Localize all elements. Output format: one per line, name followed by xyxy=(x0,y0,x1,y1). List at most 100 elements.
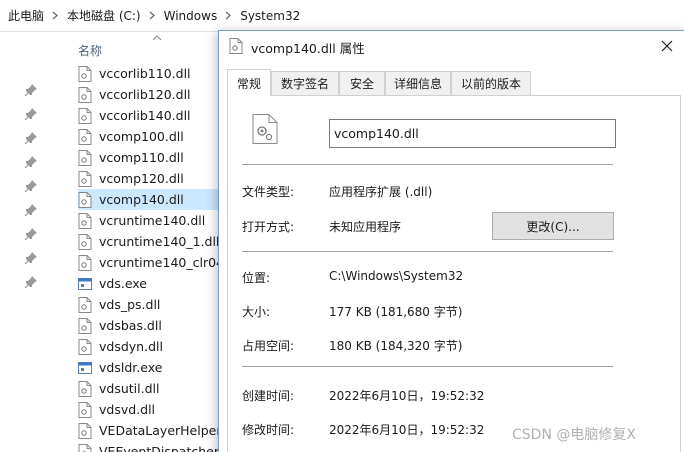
file-row[interactable]: vdsdyn.dll xyxy=(78,336,222,357)
tab-general[interactable]: 常规 xyxy=(227,69,271,96)
opens-with-value: 未知应用程序 xyxy=(329,220,402,234)
pin-icon[interactable] xyxy=(24,107,38,121)
tab-details[interactable]: 详细信息 xyxy=(385,71,451,95)
column-header-name[interactable]: 名称 xyxy=(78,42,102,59)
file-name: vcomp140.dll xyxy=(99,192,184,207)
file-name: vcomp110.dll xyxy=(99,150,184,165)
dll-file-icon xyxy=(78,65,92,82)
change-button[interactable]: 更改(C)... xyxy=(492,212,614,240)
pin-icon[interactable] xyxy=(24,203,38,217)
close-icon xyxy=(661,40,673,52)
exe-file-icon xyxy=(78,276,92,292)
file-row[interactable]: vdsvd.dll xyxy=(78,399,222,420)
pin-icon[interactable] xyxy=(24,155,38,169)
dll-file-icon xyxy=(78,170,92,187)
dll-file-icon xyxy=(78,422,92,439)
breadcrumb-item-this-pc[interactable]: 此电脑 xyxy=(8,7,44,24)
file-row[interactable]: vcruntime140_1.dll xyxy=(78,231,222,252)
dll-file-icon xyxy=(78,317,92,334)
file-name: vcomp120.dll xyxy=(99,171,184,186)
file-row[interactable]: vcruntime140_clr0400.dll xyxy=(78,252,222,273)
size-value: 177 KB (181,680 字节) xyxy=(329,305,463,319)
file-name: vds.exe xyxy=(99,276,147,291)
file-type-label: 文件类型: xyxy=(242,185,295,199)
chevron-right-icon[interactable] xyxy=(52,11,59,20)
divider xyxy=(242,366,613,367)
file-row[interactable]: vccorlib120.dll xyxy=(78,84,222,105)
dll-file-icon xyxy=(78,443,92,452)
properties-dialog: vcomp140.dll 属性 常规 数字签名 安全 详细信息 以前的版本 文件… xyxy=(218,30,684,452)
dll-file-icon xyxy=(78,254,92,271)
breadcrumb: 此电脑 本地磁盘 (C:) Windows System32 xyxy=(0,0,684,32)
location-value: C:\Windows\System32 xyxy=(329,269,464,283)
divider xyxy=(242,251,613,252)
file-name: vccorlib110.dll xyxy=(99,66,191,81)
watermark: CSDN @电脑修复X xyxy=(512,427,636,443)
pin-icon[interactable] xyxy=(24,83,38,97)
breadcrumb-item-local-disk[interactable]: 本地磁盘 (C:) xyxy=(67,7,141,24)
pin-icon[interactable] xyxy=(24,131,38,145)
pin-icon[interactable] xyxy=(24,227,38,241)
breadcrumb-item-windows[interactable]: Windows xyxy=(164,9,218,23)
exe-file-icon xyxy=(78,360,92,376)
tab-digital-signatures[interactable]: 数字签名 xyxy=(271,71,339,95)
dll-file-icon xyxy=(252,114,278,144)
dialog-title: vcomp140.dll 属性 xyxy=(251,41,365,56)
file-name: vcomp100.dll xyxy=(99,129,184,144)
chevron-up-icon[interactable] xyxy=(152,35,162,41)
file-row[interactable]: vcomp110.dll xyxy=(78,147,222,168)
file-row[interactable]: vcomp120.dll xyxy=(78,168,222,189)
size-on-disk-value: 180 KB (184,320 字节) xyxy=(329,339,463,353)
dll-file-icon xyxy=(78,296,92,313)
dll-file-icon xyxy=(78,191,92,208)
file-type-value: 应用程序扩展 (.dll) xyxy=(329,185,433,199)
file-name: vdsldr.exe xyxy=(99,360,163,375)
size-label: 大小: xyxy=(242,305,271,319)
file-name: vds_ps.dll xyxy=(99,297,161,312)
file-row[interactable]: vdsbas.dll xyxy=(78,315,222,336)
file-name: vcruntime140.dll xyxy=(99,213,206,228)
file-name: VEDataLayerHelpers.dll xyxy=(99,423,222,438)
file-row[interactable]: vccorlib110.dll xyxy=(78,63,222,84)
dll-file-icon xyxy=(78,86,92,103)
tab-security[interactable]: 安全 xyxy=(339,71,385,95)
file-name: vdsdyn.dll xyxy=(99,339,163,354)
file-name-field[interactable] xyxy=(329,119,616,148)
file-name: vdsbas.dll xyxy=(99,318,162,333)
chevron-right-icon[interactable] xyxy=(149,11,156,20)
pin-icon[interactable] xyxy=(24,275,38,289)
file-row[interactable]: vcruntime140.dll xyxy=(78,210,222,231)
file-row[interactable]: vdsutil.dll xyxy=(78,378,222,399)
dialog-titlebar[interactable]: vcomp140.dll 属性 xyxy=(219,31,684,61)
dll-file-icon xyxy=(78,128,92,145)
file-row[interactable]: vdsldr.exe xyxy=(78,357,222,378)
modified-label: 修改时间: xyxy=(242,423,295,437)
opens-with-label: 打开方式: xyxy=(242,220,295,234)
file-name: vdsvd.dll xyxy=(99,402,156,417)
file-row[interactable]: VEDataLayerHelpers.dll xyxy=(78,420,222,441)
dll-file-icon xyxy=(78,401,92,418)
breadcrumb-item-system32[interactable]: System32 xyxy=(240,9,300,23)
dll-file-icon xyxy=(78,338,92,355)
file-name: vccorlib140.dll xyxy=(99,108,191,123)
location-label: 位置: xyxy=(242,271,271,285)
file-name: vdsutil.dll xyxy=(99,381,160,396)
modified-value: 2022年6月10日，19:52:32 xyxy=(329,423,485,437)
dll-file-icon xyxy=(78,233,92,250)
created-label: 创建时间: xyxy=(242,389,295,403)
close-button[interactable] xyxy=(655,35,679,57)
file-name: vcruntime140_clr0400.dll xyxy=(99,255,222,270)
created-value: 2022年6月10日，19:52:32 xyxy=(329,389,485,403)
file-row[interactable]: vcomp140.dll xyxy=(78,189,222,210)
file-row[interactable]: vcomp100.dll xyxy=(78,126,222,147)
pin-icon[interactable] xyxy=(24,251,38,265)
divider xyxy=(242,164,613,165)
file-row[interactable]: vds_ps.dll xyxy=(78,294,222,315)
navigation-pane xyxy=(0,33,42,452)
file-row[interactable]: VEEventDispatcher.dll xyxy=(78,441,222,452)
file-row[interactable]: vccorlib140.dll xyxy=(78,105,222,126)
chevron-right-icon[interactable] xyxy=(225,11,232,20)
pin-icon[interactable] xyxy=(24,179,38,193)
file-row[interactable]: vds.exe xyxy=(78,273,222,294)
tab-previous-versions[interactable]: 以前的版本 xyxy=(451,71,531,95)
